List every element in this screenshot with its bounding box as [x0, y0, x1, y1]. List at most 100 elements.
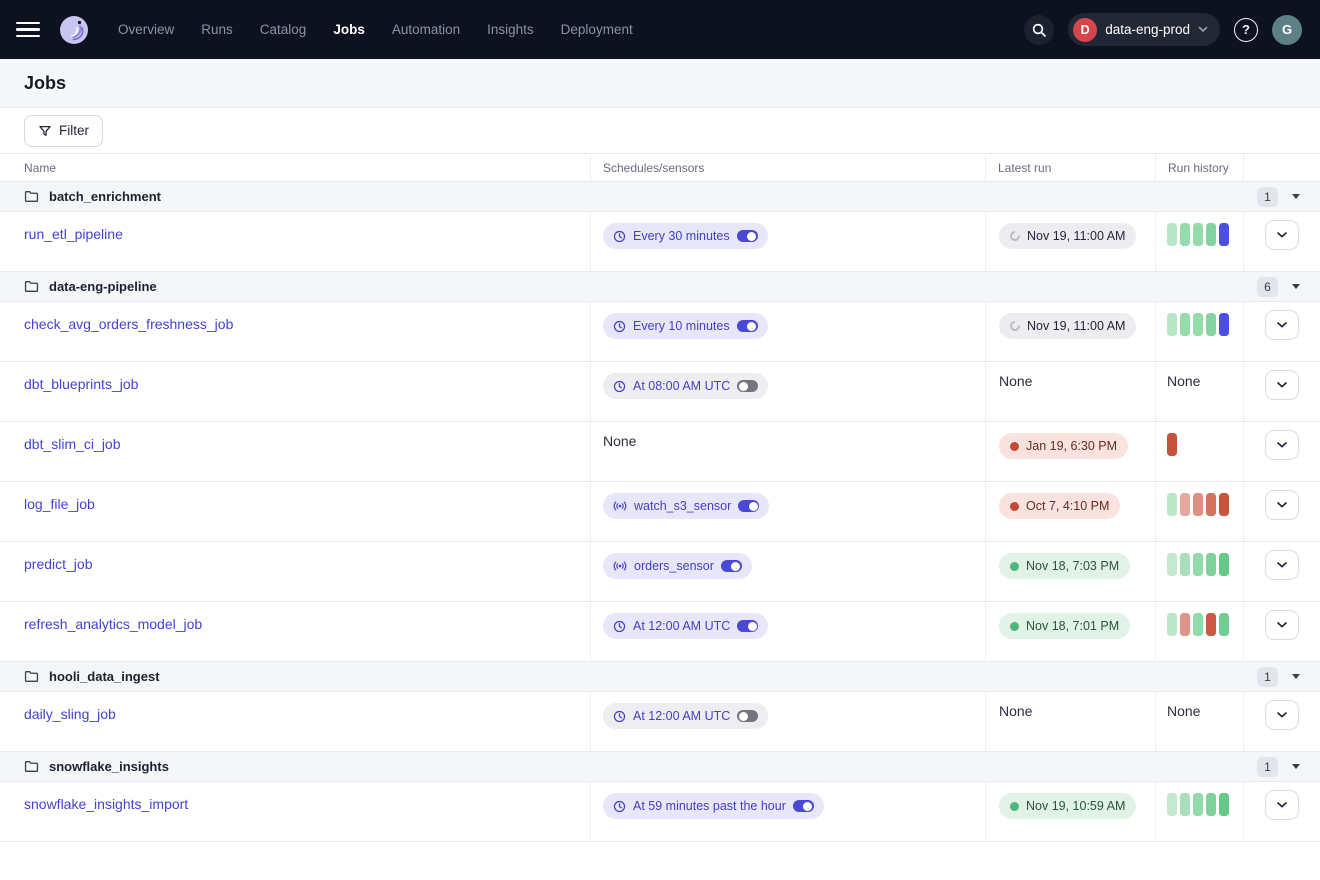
run-history-bar[interactable] — [1193, 553, 1203, 576]
run-history-bar[interactable] — [1219, 313, 1229, 336]
expand-row-button[interactable] — [1265, 370, 1299, 400]
table-row: snowflake_insights_import At 59 minutes p… — [0, 782, 1320, 842]
table-row: dbt_slim_ci_jobNoneJan 19, 6:30 PM — [0, 422, 1320, 482]
nav-item-automation[interactable]: Automation — [392, 22, 460, 37]
latest-run-cell: Oct 7, 4:10 PM — [985, 482, 1155, 541]
filter-button[interactable]: Filter — [24, 115, 103, 147]
job-name-link[interactable]: dbt_slim_ci_job — [24, 436, 121, 452]
job-name-link[interactable]: dbt_blueprints_job — [24, 376, 138, 392]
run-history-cell — [1155, 212, 1243, 271]
nav-item-overview[interactable]: Overview — [118, 22, 174, 37]
schedule-badge[interactable]: Every 10 minutes — [603, 313, 768, 339]
schedule-toggle[interactable] — [721, 560, 742, 572]
schedule-toggle[interactable] — [737, 620, 758, 632]
sensor-badge[interactable]: orders_sensor — [603, 553, 752, 579]
nav-item-jobs[interactable]: Jobs — [333, 22, 365, 37]
schedule-badge[interactable]: At 59 minutes past the hour — [603, 793, 824, 819]
run-history-bar[interactable] — [1167, 553, 1177, 576]
nav-item-runs[interactable]: Runs — [201, 22, 233, 37]
expand-row-button[interactable] — [1265, 700, 1299, 730]
latest-run-pill[interactable]: Nov 19, 11:00 AM — [999, 313, 1136, 339]
job-name-link[interactable]: predict_job — [24, 556, 93, 572]
schedule-cell: At 08:00 AM UTC — [590, 362, 985, 421]
expand-row-button[interactable] — [1265, 490, 1299, 520]
run-history-bars — [1167, 493, 1243, 516]
run-history-bar[interactable] — [1167, 433, 1177, 456]
expand-row-button[interactable] — [1265, 220, 1299, 250]
job-name-link[interactable]: log_file_job — [24, 496, 95, 512]
group-collapse-caret[interactable] — [1292, 764, 1300, 769]
schedule-badge[interactable]: Every 30 minutes — [603, 223, 768, 249]
run-history-bar[interactable] — [1219, 613, 1229, 636]
nav-item-catalog[interactable]: Catalog — [260, 22, 307, 37]
group-collapse-caret[interactable] — [1292, 284, 1300, 289]
run-history-bar[interactable] — [1219, 223, 1229, 246]
run-history-bar[interactable] — [1193, 613, 1203, 636]
job-name-link[interactable]: check_avg_orders_freshness_job — [24, 316, 233, 332]
run-history-bar[interactable] — [1206, 313, 1216, 336]
dagster-logo-icon[interactable] — [58, 14, 90, 46]
group-collapse-caret[interactable] — [1292, 194, 1300, 199]
schedule-toggle[interactable] — [737, 380, 758, 392]
run-history-bar[interactable] — [1180, 613, 1190, 636]
expand-row-button[interactable] — [1265, 430, 1299, 460]
run-history-bar[interactable] — [1219, 793, 1229, 816]
run-history-bar[interactable] — [1180, 223, 1190, 246]
expand-row-button[interactable] — [1265, 790, 1299, 820]
workspace-switcher[interactable]: D data-eng-prod — [1068, 13, 1220, 46]
run-history-bar[interactable] — [1180, 553, 1190, 576]
run-history-bar[interactable] — [1206, 493, 1216, 516]
run-history-bar[interactable] — [1193, 493, 1203, 516]
schedule-badge[interactable]: At 08:00 AM UTC — [603, 373, 768, 399]
sensor-badge[interactable]: watch_s3_sensor — [603, 493, 769, 519]
job-name-link[interactable]: snowflake_insights_import — [24, 796, 188, 812]
nav-item-insights[interactable]: Insights — [487, 22, 534, 37]
run-history-bar[interactable] — [1167, 793, 1177, 816]
run-history-bar[interactable] — [1180, 793, 1190, 816]
job-name-link[interactable]: run_etl_pipeline — [24, 226, 123, 242]
latest-run-pill[interactable]: Jan 19, 6:30 PM — [999, 433, 1128, 459]
schedule-toggle[interactable] — [793, 800, 814, 812]
run-history-bar[interactable] — [1219, 493, 1229, 516]
run-history-bar[interactable] — [1206, 223, 1216, 246]
group-collapse-caret[interactable] — [1292, 674, 1300, 679]
toolbar: Filter — [0, 108, 1320, 153]
help-icon[interactable]: ? — [1234, 18, 1258, 42]
menu-icon[interactable] — [16, 22, 40, 38]
run-history-bar[interactable] — [1167, 613, 1177, 636]
schedule-badge[interactable]: At 12:00 AM UTC — [603, 703, 768, 729]
run-history-bar[interactable] — [1180, 493, 1190, 516]
run-history-bar[interactable] — [1180, 313, 1190, 336]
latest-run-pill[interactable]: Nov 18, 7:03 PM — [999, 553, 1130, 579]
run-history-bar[interactable] — [1193, 793, 1203, 816]
latest-run-pill[interactable]: Nov 19, 11:00 AM — [999, 223, 1136, 249]
nav-item-deployment[interactable]: Deployment — [561, 22, 633, 37]
run-history-bar[interactable] — [1219, 553, 1229, 576]
latest-run-cell: Nov 18, 7:03 PM — [985, 542, 1155, 601]
schedule-toggle[interactable] — [737, 230, 758, 242]
job-name-cell: dbt_slim_ci_job — [0, 422, 590, 481]
search-button[interactable] — [1024, 15, 1054, 45]
run-history-bar[interactable] — [1206, 553, 1216, 576]
schedule-toggle[interactable] — [738, 500, 759, 512]
job-name-link[interactable]: refresh_analytics_model_job — [24, 616, 202, 632]
job-name-link[interactable]: daily_sling_job — [24, 706, 116, 722]
expand-row-button[interactable] — [1265, 610, 1299, 640]
run-history-bar[interactable] — [1193, 313, 1203, 336]
user-avatar[interactable]: G — [1272, 15, 1302, 45]
run-history-bar[interactable] — [1167, 313, 1177, 336]
schedule-badge[interactable]: At 12:00 AM UTC — [603, 613, 768, 639]
schedule-toggle[interactable] — [737, 320, 758, 332]
run-history-bar[interactable] — [1206, 613, 1216, 636]
schedule-toggle[interactable] — [737, 710, 758, 722]
run-history-bar[interactable] — [1206, 793, 1216, 816]
expand-row-button[interactable] — [1265, 310, 1299, 340]
run-history-bar[interactable] — [1167, 493, 1177, 516]
latest-run-pill[interactable]: Nov 18, 7:01 PM — [999, 613, 1130, 639]
run-history-bar[interactable] — [1167, 223, 1177, 246]
latest-run-pill[interactable]: Nov 19, 10:59 AM — [999, 793, 1136, 819]
expand-row-button[interactable] — [1265, 550, 1299, 580]
column-header-schedules: Schedules/sensors — [590, 154, 985, 181]
latest-run-pill[interactable]: Oct 7, 4:10 PM — [999, 493, 1120, 519]
run-history-bar[interactable] — [1193, 223, 1203, 246]
